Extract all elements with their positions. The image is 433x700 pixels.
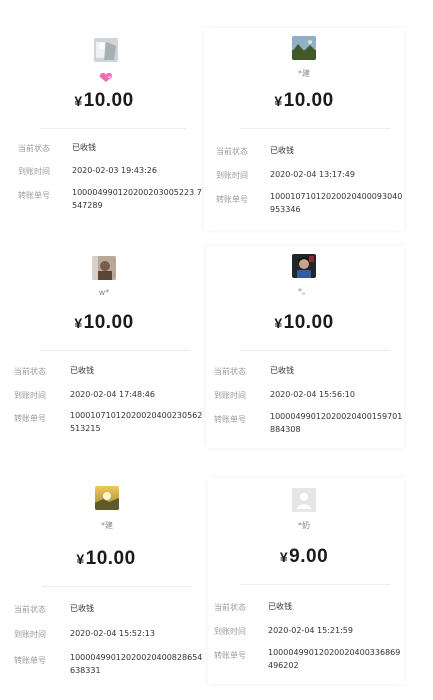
divider bbox=[240, 584, 390, 585]
divider bbox=[240, 350, 390, 351]
amount-text: ¥9.00 bbox=[224, 546, 384, 568]
order-label: 转账单号 bbox=[216, 195, 248, 204]
time-value: 2020-02-04 15:52:13 bbox=[70, 629, 155, 638]
amount-value: 10.00 bbox=[85, 548, 136, 569]
amount-text: ¥10.00 bbox=[26, 548, 186, 570]
amount-text: ¥10.00 bbox=[224, 90, 384, 112]
order-value-line2: 496202 bbox=[268, 661, 299, 670]
photo-avatar-icon bbox=[94, 38, 118, 62]
time-label: 到账时间 bbox=[14, 391, 46, 400]
order-label: 转账单号 bbox=[214, 415, 246, 424]
status-label: 当前状态 bbox=[216, 147, 248, 156]
status-label: 当前状态 bbox=[14, 605, 46, 614]
status-value: 已收钱 bbox=[270, 366, 294, 375]
transfer-card: w* ¥10.00 当前状态 已收钱 到账时间 2020-02-04 17:48… bbox=[4, 248, 202, 448]
order-value-line2: 547289 bbox=[72, 201, 103, 210]
amount-value: 10.00 bbox=[283, 312, 334, 333]
time-label: 到账时间 bbox=[214, 391, 246, 400]
order-value-line2: 513215 bbox=[70, 424, 101, 433]
amount-text: ¥10.00 bbox=[24, 90, 184, 112]
order-value-line1: 10000499012020020400828654 bbox=[70, 653, 203, 662]
portrait-avatar-icon bbox=[92, 256, 116, 280]
currency-symbol: ¥ bbox=[74, 93, 83, 109]
sunset-avatar-icon bbox=[95, 486, 119, 510]
nickname: *建 bbox=[298, 69, 310, 78]
time-value: 2020-02-04 17:48:46 bbox=[70, 390, 155, 399]
time-value: 2020-02-03 19:43:26 bbox=[72, 166, 157, 175]
status-value: 已收钱 bbox=[70, 604, 94, 613]
time-value: 2020-02-04 15:21:59 bbox=[268, 626, 353, 635]
transfer-card: *建 ¥10.00 当前状态 已收钱 到账时间 2020-02-04 15:52… bbox=[6, 478, 206, 690]
currency-symbol: ¥ bbox=[279, 549, 289, 565]
currency-symbol: ¥ bbox=[274, 315, 283, 331]
status-value: 已收钱 bbox=[72, 143, 96, 152]
time-label: 到账时间 bbox=[216, 171, 248, 180]
order-value-line1: 10000499012020020400159701 bbox=[270, 412, 403, 421]
transfer-card: ¥10.00 当前状态 已收钱 到账时间 2020-02-03 19:43:26… bbox=[6, 30, 202, 230]
order-value-line2: 884308 bbox=[270, 425, 301, 434]
status-value: 已收钱 bbox=[270, 146, 294, 155]
default-user-avatar-icon bbox=[292, 488, 316, 512]
order-label: 转账单号 bbox=[214, 651, 246, 660]
amount-value: 10.00 bbox=[283, 90, 334, 111]
order-value-line1: 10001071012020020400230562 bbox=[70, 411, 202, 420]
order-label: 转账单号 bbox=[14, 414, 46, 423]
status-label: 当前状态 bbox=[18, 144, 50, 153]
transfer-card: *建 ¥10.00 当前状态 已收钱 到账时间 2020-02-04 13:17… bbox=[204, 28, 404, 230]
status-label: 当前状态 bbox=[14, 367, 46, 376]
nickname: *建 bbox=[101, 521, 113, 530]
nickname: *。 bbox=[298, 287, 310, 296]
time-label: 到账时间 bbox=[14, 630, 46, 639]
transfer-card: *奶 ¥9.00 当前状态 已收钱 到账时间 2020-02-04 15:21:… bbox=[208, 478, 404, 684]
amount-value: 10.00 bbox=[83, 312, 134, 333]
order-value-line2: 638331 bbox=[70, 666, 101, 675]
heart-emoji-icon bbox=[99, 68, 113, 82]
order-value-line2: 953346 bbox=[270, 205, 301, 214]
currency-symbol: ¥ bbox=[76, 551, 85, 567]
time-label: 到账时间 bbox=[18, 167, 50, 176]
divider bbox=[240, 128, 390, 129]
status-value: 已收钱 bbox=[268, 602, 292, 611]
time-value: 2020-02-04 15:56:10 bbox=[270, 390, 355, 399]
amount-value: 9.00 bbox=[289, 546, 329, 567]
landscape-avatar-icon bbox=[292, 36, 316, 60]
order-value-line1: 10001071012020020400093040 bbox=[270, 192, 403, 201]
time-label: 到账时间 bbox=[214, 627, 246, 636]
amount-value: 10.00 bbox=[83, 90, 134, 111]
divider bbox=[40, 128, 186, 129]
status-label: 当前状态 bbox=[214, 603, 246, 612]
order-label: 转账单号 bbox=[14, 656, 46, 665]
amount-text: ¥10.00 bbox=[224, 312, 384, 334]
status-value: 已收钱 bbox=[70, 366, 94, 375]
nickname: w* bbox=[98, 288, 110, 297]
order-value-line1: 100004990120200203005223 72 bbox=[72, 188, 202, 197]
order-value-line1: 10000499012020020400336869 bbox=[268, 648, 401, 657]
status-label: 当前状态 bbox=[214, 367, 246, 376]
currency-symbol: ¥ bbox=[274, 93, 283, 109]
amount-text: ¥10.00 bbox=[24, 312, 184, 334]
divider bbox=[42, 586, 192, 587]
time-value: 2020-02-04 13:17:49 bbox=[270, 170, 355, 179]
portrait-dark-avatar-icon bbox=[292, 254, 316, 278]
divider bbox=[40, 350, 190, 351]
currency-symbol: ¥ bbox=[74, 315, 83, 331]
nickname: *奶 bbox=[298, 521, 310, 530]
transfer-card: *。 ¥10.00 当前状态 已收钱 到账时间 2020-02-04 15:56… bbox=[206, 246, 404, 448]
order-label: 转账单号 bbox=[18, 191, 50, 200]
